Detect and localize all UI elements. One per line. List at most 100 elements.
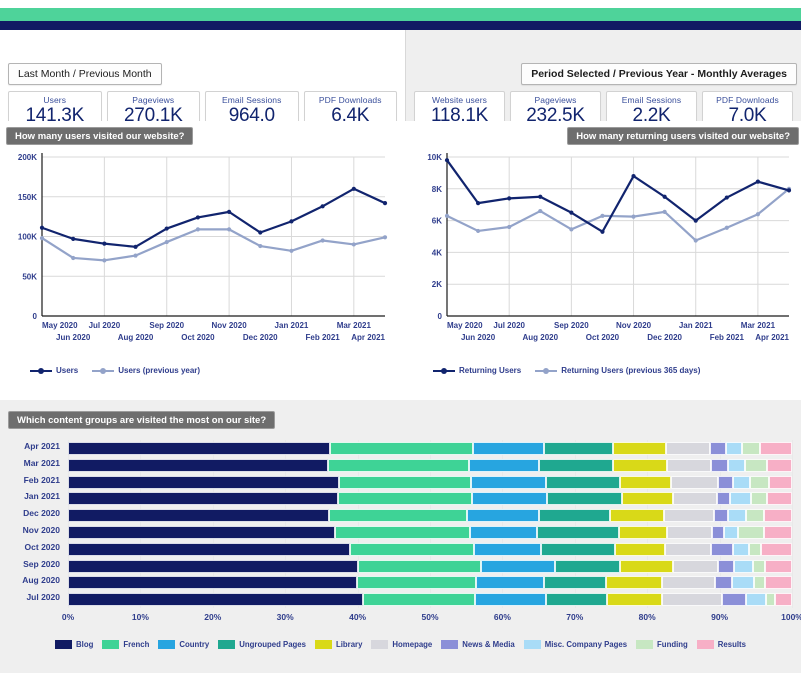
bar-segment[interactable]	[742, 442, 760, 455]
bar-segment[interactable]	[666, 442, 710, 455]
bar-segment[interactable]	[339, 476, 471, 489]
bar-segment[interactable]	[622, 492, 673, 505]
bar-segment[interactable]	[68, 560, 358, 573]
bar-segment[interactable]	[357, 576, 476, 589]
legend-item[interactable]: French	[102, 640, 149, 649]
bar-segment[interactable]	[764, 509, 792, 522]
bar-segment[interactable]	[665, 543, 711, 556]
bar-segment[interactable]	[330, 442, 473, 455]
bar-segment[interactable]	[544, 576, 606, 589]
bar-segment[interactable]	[765, 560, 792, 573]
bar-segment[interactable]	[329, 509, 467, 522]
legend-item[interactable]: Returning Users	[433, 366, 521, 375]
bar-segment[interactable]	[732, 576, 754, 589]
bar-segment[interactable]	[473, 442, 543, 455]
bar-segment[interactable]	[471, 476, 546, 489]
bar-segment[interactable]	[469, 459, 539, 472]
bar-segment[interactable]	[775, 593, 792, 606]
bar-segment[interactable]	[546, 476, 620, 489]
bar-segment[interactable]	[710, 442, 726, 455]
bar-segment[interactable]	[68, 459, 328, 472]
legend-item[interactable]: Funding	[636, 640, 688, 649]
bar-segment[interactable]	[476, 576, 544, 589]
bar-segment[interactable]	[470, 526, 537, 539]
bar-segment[interactable]	[620, 476, 671, 489]
bar-segment[interactable]	[715, 576, 732, 589]
bar-segment[interactable]	[68, 593, 363, 606]
legend-item[interactable]: Library	[315, 640, 362, 649]
bar-segment[interactable]	[712, 526, 724, 539]
bar-segment[interactable]	[671, 476, 718, 489]
bar-segment[interactable]	[718, 560, 734, 573]
bar-segment[interactable]	[338, 492, 472, 505]
bar-segment[interactable]	[746, 593, 766, 606]
bar-segment[interactable]	[711, 543, 733, 556]
legend-item[interactable]: Country	[158, 640, 209, 649]
bar-segment[interactable]	[475, 593, 546, 606]
bar-segment[interactable]	[68, 526, 335, 539]
bar-segment[interactable]	[363, 593, 474, 606]
bar-segment[interactable]	[733, 543, 748, 556]
legend-item[interactable]: Misc. Company Pages	[524, 640, 627, 649]
bar-segment[interactable]	[754, 576, 765, 589]
bar-segment[interactable]	[472, 492, 547, 505]
bar-segment[interactable]	[539, 509, 611, 522]
bar-segment[interactable]	[673, 560, 719, 573]
bar-segment[interactable]	[620, 560, 672, 573]
bar-segment[interactable]	[546, 593, 608, 606]
legend-item[interactable]: Results	[697, 640, 746, 649]
legend-item[interactable]: Users (previous year)	[92, 366, 200, 375]
bar-segment[interactable]	[607, 593, 662, 606]
bar-segment[interactable]	[750, 476, 769, 489]
period-filter-previous-year[interactable]: Period Selected / Previous Year - Monthl…	[521, 63, 797, 85]
bar-segment[interactable]	[717, 492, 730, 505]
bar-segment[interactable]	[541, 543, 614, 556]
bar-segment[interactable]	[738, 526, 763, 539]
legend-item[interactable]: Ungrouped Pages	[218, 640, 306, 649]
bar-segment[interactable]	[613, 442, 666, 455]
bar-segment[interactable]	[68, 576, 357, 589]
legend-item[interactable]: Returning Users (previous 365 days)	[535, 366, 700, 375]
bar-segment[interactable]	[728, 509, 746, 522]
bar-segment[interactable]	[673, 492, 717, 505]
bar-segment[interactable]	[765, 576, 792, 589]
legend-item[interactable]: News & Media	[441, 640, 514, 649]
bar-segment[interactable]	[749, 543, 761, 556]
bar-segment[interactable]	[745, 459, 767, 472]
bar-segment[interactable]	[667, 459, 710, 472]
bar-segment[interactable]	[728, 459, 745, 472]
bar-segment[interactable]	[730, 492, 750, 505]
bar-segment[interactable]	[722, 593, 745, 606]
bar-segment[interactable]	[610, 509, 664, 522]
bar-segment[interactable]	[467, 509, 539, 522]
bar-segment[interactable]	[746, 509, 765, 522]
bar-segment[interactable]	[328, 459, 469, 472]
bar-segment[interactable]	[474, 543, 541, 556]
bar-segment[interactable]	[753, 560, 765, 573]
period-filter-last-month[interactable]: Last Month / Previous Month	[8, 63, 162, 85]
bar-segment[interactable]	[769, 476, 792, 489]
bar-segment[interactable]	[714, 509, 728, 522]
bar-segment[interactable]	[68, 476, 339, 489]
bar-segment[interactable]	[664, 509, 714, 522]
bar-segment[interactable]	[764, 526, 792, 539]
bar-segment[interactable]	[760, 442, 792, 455]
bar-segment[interactable]	[734, 560, 753, 573]
bar-segment[interactable]	[606, 576, 662, 589]
bar-segment[interactable]	[68, 509, 329, 522]
legend-item[interactable]: Users	[30, 366, 78, 375]
bar-segment[interactable]	[547, 492, 622, 505]
bar-segment[interactable]	[555, 560, 621, 573]
bar-segment[interactable]	[350, 543, 475, 556]
bar-segment[interactable]	[615, 543, 665, 556]
bar-segment[interactable]	[662, 593, 722, 606]
bar-segment[interactable]	[68, 543, 350, 556]
bar-segment[interactable]	[761, 543, 792, 556]
bar-segment[interactable]	[537, 526, 619, 539]
bar-segment[interactable]	[733, 476, 750, 489]
bar-segment[interactable]	[619, 526, 667, 539]
bar-segment[interactable]	[766, 593, 775, 606]
bar-segment[interactable]	[751, 492, 767, 505]
bar-segment[interactable]	[767, 492, 792, 505]
bar-segment[interactable]	[767, 459, 792, 472]
